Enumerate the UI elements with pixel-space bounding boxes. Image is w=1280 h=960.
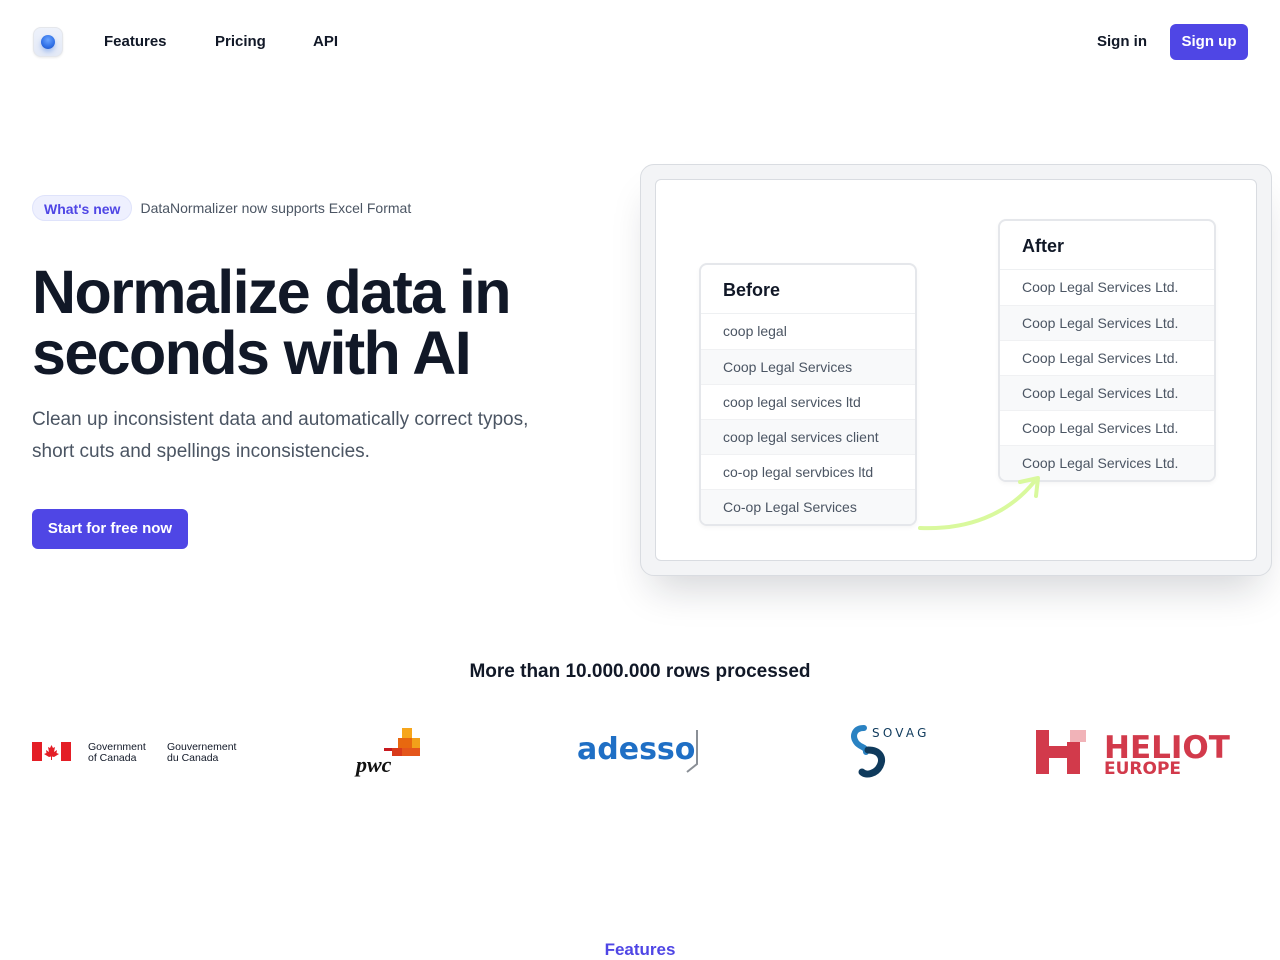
sovag-logo: SOVAG xyxy=(851,725,930,778)
before-row: coop legal xyxy=(723,323,787,339)
before-card: Before coop legal Coop Legal Services co… xyxy=(699,263,917,526)
government-of-canada-logo: Government of Canada Gouvernement du Can… xyxy=(32,741,237,764)
sign-up-button[interactable]: Sign up xyxy=(1170,24,1248,60)
before-row: coop legal services client xyxy=(701,419,915,454)
adesso-wordmark: adesso xyxy=(577,732,695,767)
pwc-logo: pwc xyxy=(354,728,420,777)
adesso-logo: adesso xyxy=(577,730,698,773)
before-row: coop legal services ltd xyxy=(701,384,915,419)
sovag-wordmark: SOVAG xyxy=(872,726,930,740)
announcement-banner[interactable]: What's new DataNormalizer now supports E… xyxy=(32,195,411,221)
pwc-wordmark: pwc xyxy=(354,752,392,777)
after-row: Coop Legal Services Ltd. xyxy=(1000,410,1214,445)
before-row: Coop Legal Services xyxy=(701,349,915,384)
after-card-title: After xyxy=(1000,221,1214,270)
heliot-europe-logo: HELIOT EUROPE xyxy=(1036,730,1230,776)
announcement-text: DataNormalizer now supports Excel Format xyxy=(140,200,412,216)
features-section-label: Features xyxy=(604,940,676,959)
nav-link-api[interactable]: API xyxy=(313,32,338,52)
after-card: After Coop Legal Services Ltd. Coop Lega… xyxy=(998,219,1216,482)
before-row: Co-op Legal Services xyxy=(701,489,915,524)
nav-link-features[interactable]: Features xyxy=(104,32,167,52)
before-card-title: Before xyxy=(701,265,915,314)
after-row: Coop Legal Services Ltd. xyxy=(1022,279,1179,295)
hero-headline: Normalize data in seconds with AI xyxy=(32,258,511,387)
canada-fr-line-2: du Canada xyxy=(167,752,219,764)
canada-en-line-2: of Canada xyxy=(88,752,137,764)
nav-link-pricing[interactable]: Pricing xyxy=(215,32,266,52)
top-nav: Features Pricing API Sign in Sign up xyxy=(0,0,1280,84)
hero-subtext: Clean up inconsistent data and automatic… xyxy=(32,409,529,462)
whats-new-badge: What's new xyxy=(32,195,133,221)
after-row: Coop Legal Services Ltd. xyxy=(1000,375,1214,410)
before-row: co-op legal servbices ltd xyxy=(701,454,915,489)
after-row: Coop Legal Services Ltd. xyxy=(1000,340,1214,375)
start-free-button[interactable]: Start for free now xyxy=(32,509,188,549)
curved-arrow-icon xyxy=(918,476,1040,531)
rows-processed-stat: More than 10.000.000 rows processed xyxy=(469,661,811,682)
sign-in-link[interactable]: Sign in xyxy=(1097,32,1147,52)
after-row: Coop Legal Services Ltd. xyxy=(1000,305,1214,340)
brand-logo-icon[interactable] xyxy=(33,27,63,57)
europe-wordmark: EUROPE xyxy=(1104,759,1181,776)
